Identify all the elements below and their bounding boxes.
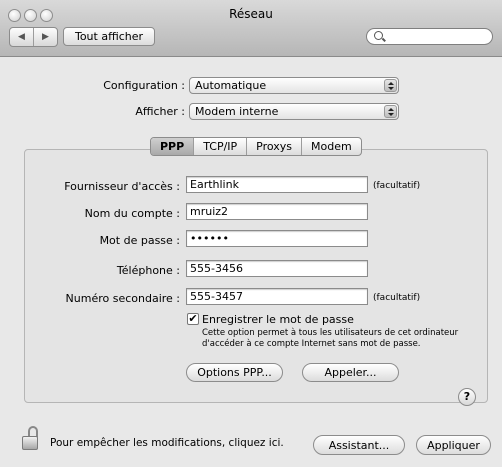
provider-field[interactable]: Earthlink [186,176,368,193]
account-field[interactable]: mruiz2 [186,203,368,220]
title-bar: Réseau ◀ ▶ Tout afficher [0,0,502,57]
back-forward-control: ◀ ▶ [9,27,58,47]
tab-tcpip[interactable]: TCP/IP [194,138,248,155]
show-all-button[interactable]: Tout afficher [63,27,155,46]
phone-label: Téléphone : [116,264,180,277]
alt-phone-optional-hint: (facultatif) [373,293,421,303]
tab-ppp[interactable]: PPP [151,138,195,155]
show-popup[interactable]: Modem interne [189,103,399,120]
help-icon[interactable]: ? [458,388,476,406]
forward-arrow-icon[interactable]: ▶ [34,28,57,46]
lock-body [22,436,38,450]
configuration-popup[interactable]: Automatique [189,77,399,94]
call-button[interactable]: Appeler... [302,363,399,382]
password-label: Mot de passe : [99,234,180,247]
tab-proxys[interactable]: Proxys [247,138,303,155]
assistant-button[interactable]: Assistant... [313,435,405,455]
password-field[interactable]: •••••• [186,230,368,247]
lock-icon[interactable] [22,426,40,452]
alt-phone-field[interactable]: 555-3457 [186,288,368,305]
popup-arrows-icon [384,105,397,118]
search-input[interactable] [366,28,493,45]
account-label: Nom du compte : [84,207,180,220]
show-label: Afficher : [135,105,185,118]
tab-modem[interactable]: Modem [302,138,361,155]
save-password-description: Cette option permet à tous les utilisate… [202,328,459,349]
configuration-value: Automatique [195,79,267,92]
provider-label: Fournisseur d'accès : [64,180,180,193]
show-value: Modem interne [195,105,279,118]
lock-text: Pour empêcher les modifications, cliquez… [50,437,284,449]
apply-button[interactable]: Appliquer [416,435,491,455]
ppp-options-button[interactable]: Options PPP... [186,363,283,382]
save-password-checkbox[interactable]: ✔ [187,313,199,325]
tab-bar: PPP TCP/IP Proxys Modem [150,137,362,156]
window-title: Réseau [229,7,273,21]
preferences-window: Réseau ◀ ▶ Tout afficher Configuration :… [0,0,502,467]
configuration-label: Configuration : [103,79,185,92]
phone-field[interactable]: 555-3456 [186,260,368,277]
back-arrow-icon[interactable]: ◀ [10,28,34,46]
popup-arrows-icon [384,79,397,92]
checkmark-icon: ✔ [188,312,198,325]
search-icon [374,31,383,40]
alt-phone-label: Numéro secondaire : [65,292,180,305]
save-password-label[interactable]: Enregistrer le mot de passe [202,313,354,326]
provider-optional-hint: (facultatif) [373,181,421,191]
